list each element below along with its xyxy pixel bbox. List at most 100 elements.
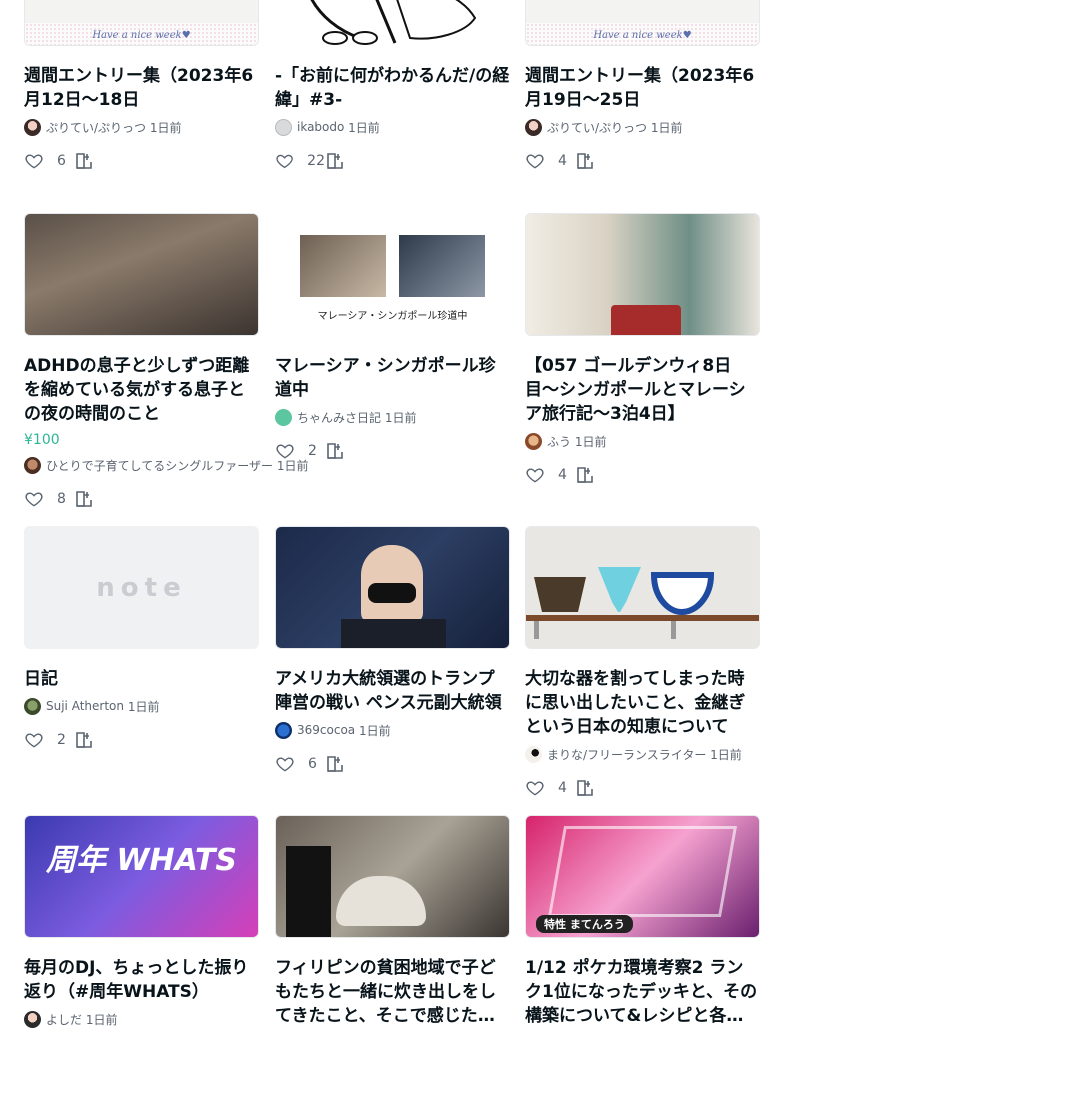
like-count: 8 [57, 491, 66, 507]
like-button[interactable]: 2 [275, 441, 325, 461]
card-actions: 4 [525, 149, 760, 173]
add-to-magazine-button[interactable] [575, 778, 595, 798]
author-line[interactable]: よしだ 1日前 [24, 1009, 259, 1029]
note-card[interactable]: -「お前に何がわかるんだ/の経緯」#3- ikabodo 1日前 22 [275, 0, 510, 173]
author-line[interactable]: ちゃんみさ日記 1日前 [275, 407, 510, 427]
person-figure [286, 846, 331, 937]
author-line[interactable]: 369cocoa 1日前 [275, 720, 510, 740]
avatar[interactable] [24, 697, 41, 715]
avatar[interactable] [525, 745, 542, 763]
note-thumbnail[interactable] [275, 0, 510, 46]
author-name[interactable]: まりな/フリーランスライター [547, 746, 706, 763]
card-row: Have a nice week♥ 週間エントリー集（2023年6月12日〜18… [24, 0, 760, 223]
author-line[interactable]: まりな/フリーランスライター 1日前 [525, 744, 760, 764]
add-to-magazine-button[interactable] [325, 754, 345, 774]
heart-outline-icon [25, 733, 43, 748]
note-card[interactable]: フィリピンの貧困地域で子どもたちと一緒に炊き出しをしてきたこと、そこで感じた現地… [275, 815, 510, 1028]
note-thumbnail[interactable]: 周年 WHATS [24, 815, 259, 938]
note-title[interactable]: 大切な器を割ってしまった時に思い出したいこと、金継ぎという日本の知恵について [525, 667, 760, 739]
author-line[interactable]: ぷりてい/ぷりっつ 1日前 [24, 117, 259, 137]
like-button[interactable]: 4 [525, 151, 575, 171]
note-title[interactable]: 週間エントリー集（2023年6月12日〜18日 [24, 64, 259, 112]
like-button[interactable]: 2 [24, 730, 74, 750]
add-to-magazine-button[interactable] [325, 151, 345, 171]
note-title[interactable]: 【057 ゴールデンウィ8日目〜シンガポールとマレーシア旅行記〜3泊4日】 [525, 354, 760, 426]
add-to-magazine-button[interactable] [74, 489, 94, 509]
post-time: 1日前 [574, 434, 607, 449]
note-title[interactable]: 日記 [24, 667, 259, 691]
note-title[interactable]: 毎月のDJ、ちょっとした振り返り（#周年WHATS） [24, 956, 259, 1004]
heart-outline-icon [276, 154, 293, 169]
author-line[interactable]: ぷりてい/ぷりっつ 1日前 [525, 117, 760, 137]
magazine-add-icon [327, 756, 343, 772]
note-thumbnail[interactable]: note [24, 526, 259, 649]
avatar[interactable] [24, 118, 41, 136]
avatar[interactable] [24, 1010, 41, 1028]
avatar[interactable] [275, 408, 292, 426]
note-card[interactable]: note 日記 Suji Atherton 1日前 2 [24, 526, 259, 752]
post-time: 1日前 [348, 120, 380, 135]
note-card[interactable]: Have a nice week♥ 週間エントリー集（2023年6月12日〜18… [24, 0, 259, 173]
lobby-chairs [611, 305, 681, 335]
author-line[interactable]: ひとりで子育てしてるシングルファーザー 1日前 [24, 455, 309, 475]
author-name[interactable]: ふう [547, 433, 571, 450]
note-title[interactable]: アメリカ大統領選のトランプ陣営の戦い ペンス元副大統領 [275, 667, 510, 715]
like-count: 6 [57, 153, 66, 169]
like-button[interactable]: 6 [275, 754, 325, 774]
avatar[interactable] [275, 118, 292, 136]
author-name[interactable]: ikabodo [297, 120, 344, 134]
author-line[interactable]: ikabodo 1日前 [275, 117, 510, 137]
note-thumbnail[interactable]: 特性 まてんろう [525, 815, 760, 938]
thumbnail-caption: Have a nice week♥ [92, 30, 191, 41]
note-card[interactable]: マレーシア・シンガポール珍道中 マレーシア・シンガポール珍道中 ちゃんみさ日記 … [275, 213, 510, 463]
note-card[interactable]: 大切な器を割ってしまった時に思い出したいこと、金継ぎという日本の知恵について ま… [525, 526, 760, 800]
post-time: 1日前 [710, 747, 742, 762]
add-to-magazine-button[interactable] [575, 151, 595, 171]
avatar[interactable] [525, 118, 542, 136]
author-name[interactable]: ぷりてい/ぷりっつ [46, 119, 146, 136]
like-button[interactable]: 22 [275, 151, 325, 171]
note-card[interactable]: Have a nice week♥ 週間エントリー集（2023年6月19日〜25… [525, 0, 760, 173]
author-name[interactable]: 369cocoa [297, 723, 355, 737]
note-card[interactable]: 【057 ゴールデンウィ8日目〜シンガポールとマレーシア旅行記〜3泊4日】 ふう… [525, 213, 760, 487]
note-card[interactable]: アメリカ大統領選のトランプ陣営の戦い ペンス元副大統領 369cocoa 1日前… [275, 526, 510, 776]
note-card[interactable]: ADHDの息子と少しずつ距離を縮めている気がする息子との夜の時間のこと ¥100… [24, 213, 309, 511]
note-title[interactable]: 週間エントリー集（2023年6月19日〜25日 [525, 64, 760, 112]
note-card[interactable]: 特性 まてんろう 1/12 ポケカ環境考察2 ランク1位になったデッキと、その構… [525, 815, 760, 1028]
note-thumbnail[interactable]: Have a nice week♥ [525, 0, 760, 46]
note-title[interactable]: ADHDの息子と少しずつ距離を縮めている気がする息子との夜の時間のこと [24, 354, 259, 426]
author-name[interactable]: ちゃんみさ日記 [297, 409, 381, 426]
note-title[interactable]: フィリピンの貧困地域で子どもたちと一緒に炊き出しをしてきたこと、そこで感じた現地… [275, 956, 510, 1028]
note-thumbnail[interactable] [525, 213, 760, 336]
note-thumbnail[interactable] [525, 526, 760, 649]
add-to-magazine-button[interactable] [74, 730, 94, 750]
avatar[interactable] [24, 456, 41, 474]
add-to-magazine-button[interactable] [325, 441, 345, 461]
author-line[interactable]: ふう 1日前 [525, 431, 760, 451]
note-title[interactable]: 1/12 ポケカ環境考察2 ランク1位になったデッキと、その構築について&レシピ… [525, 956, 760, 1028]
note-thumbnail[interactable]: Have a nice week♥ [24, 0, 259, 46]
like-button[interactable]: 6 [24, 151, 74, 171]
note-thumbnail[interactable]: マレーシア・シンガポール珍道中 [275, 213, 510, 336]
add-to-magazine-button[interactable] [575, 465, 595, 485]
author-name[interactable]: ひとりで子育てしてるシングルファーザー [46, 457, 273, 474]
author-name[interactable]: よしだ [46, 1011, 82, 1028]
card-row: ADHDの息子と少しずつ距離を縮めている気がする息子との夜の時間のこと ¥100… [24, 213, 760, 513]
note-card[interactable]: 周年 WHATS 毎月のDJ、ちょっとした振り返り（#周年WHATS） よしだ … [24, 815, 259, 1029]
note-thumbnail[interactable] [24, 213, 259, 336]
photo-left [300, 235, 386, 297]
avatar[interactable] [275, 721, 292, 739]
like-button[interactable]: 4 [525, 778, 575, 798]
author-name[interactable]: ぷりてい/ぷりっつ [547, 119, 647, 136]
add-to-magazine-button[interactable] [74, 151, 94, 171]
avatar[interactable] [525, 432, 542, 450]
note-title[interactable]: -「お前に何がわかるんだ/の経緯」#3- [275, 64, 510, 112]
note-title[interactable]: マレーシア・シンガポール珍道中 [275, 354, 510, 402]
note-thumbnail[interactable] [275, 526, 510, 649]
post-time: 1日前 [650, 120, 683, 135]
author-line[interactable]: Suji Atherton 1日前 [24, 696, 259, 716]
note-thumbnail[interactable] [275, 815, 510, 938]
like-button[interactable]: 8 [24, 489, 74, 509]
author-name[interactable]: Suji Atherton [46, 699, 124, 713]
like-button[interactable]: 4 [525, 465, 575, 485]
